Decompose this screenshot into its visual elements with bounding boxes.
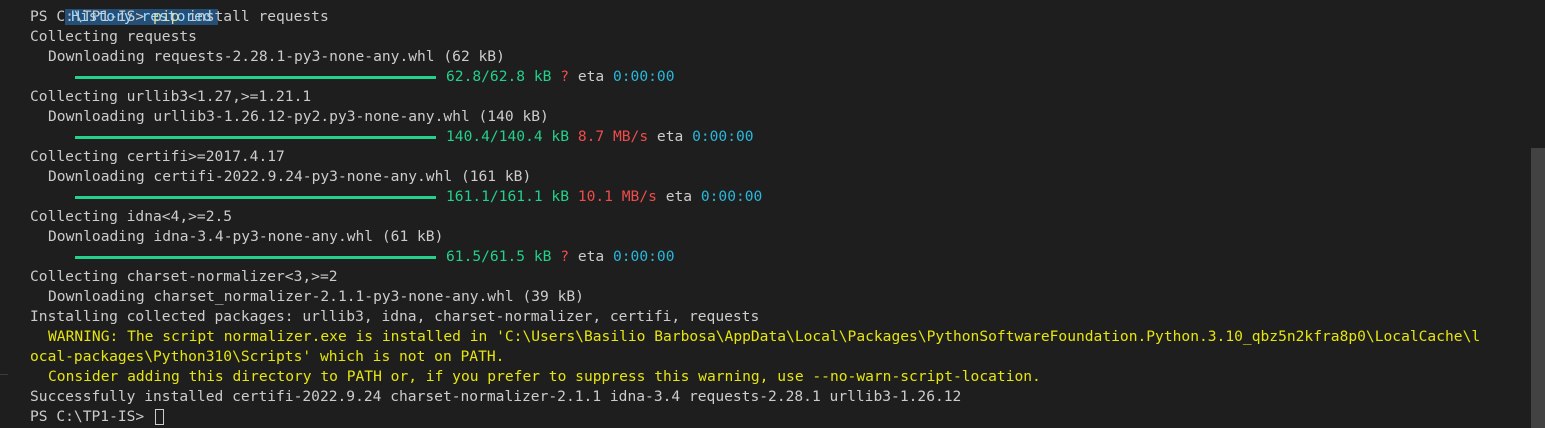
progress-line: 140.4/140.4 kB 8.7 MB/s eta 0:00:00 — [30, 127, 1515, 147]
prompt-prefix: PS C:\TP1-IS> — [30, 8, 154, 25]
progress-eta: 0:00:00 — [692, 128, 754, 145]
progress-line: 161.1/161.1 kB 10.1 MB/s eta 0:00:00 — [30, 187, 1515, 207]
success-line: Successfully installed certifi-2022.9.24… — [30, 388, 962, 405]
progress-size: 140.4/140.4 kB — [446, 128, 570, 145]
output-line: Downloading idna-3.4-py3-none-any.whl (6… — [48, 228, 444, 245]
terminal-output[interactable]: History restored PS C:\TP1-IS> pip insta… — [30, 0, 1515, 427]
output-line: Collecting idna<4,>=2.5 — [30, 208, 233, 225]
progress-eta: 0:00:00 — [612, 248, 675, 265]
output-line: Downloading charset_normalizer-2.1.1-py3… — [48, 288, 584, 305]
scrollbar-track[interactable] — [1531, 0, 1545, 428]
progress-eta-label: eta — [577, 68, 605, 85]
output-line: Collecting requests — [30, 28, 197, 45]
progress-eta: 0:00:00 — [700, 188, 763, 205]
prompt-line[interactable]: PS C:\TP1-IS> — [30, 407, 1515, 427]
progress-size: 161.1/161.1 kB — [446, 188, 570, 205]
panel-edge-marker — [0, 374, 8, 375]
progress-size: 62.8/62.8 kB — [446, 68, 552, 85]
progress-eta-label: eta — [577, 248, 605, 265]
warning-line: Consider adding this directory to PATH o… — [48, 368, 1041, 385]
history-restored-line: History restored — [30, 0, 1515, 25]
progress-speed: 10.1 MB/s — [577, 188, 657, 205]
output-line: Collecting urllib3<1.27,>=1.21.1 — [30, 88, 312, 105]
progress-size: 61.5/61.5 kB — [446, 248, 552, 265]
progress-eta-label: eta — [665, 188, 693, 205]
progress-bar — [75, 75, 436, 79]
progress-eta: 0:00:00 — [612, 68, 675, 85]
warning-line: WARNING: The script normalizer.exe is in… — [48, 328, 1481, 345]
output-line: Downloading urllib3-1.26.12-py2.py3-none… — [48, 108, 549, 125]
warning-line: ocal-packages\Python310\Scripts' which i… — [30, 348, 505, 365]
prompt-line: PS C:\TP1-IS> pip install requests — [30, 7, 1515, 27]
terminal-cursor — [155, 409, 165, 425]
output-line: Collecting charset-normalizer<3,>=2 — [30, 268, 338, 285]
progress-eta-label: eta — [656, 128, 684, 145]
output-line: Collecting certifi>=2017.4.17 — [30, 148, 285, 165]
panel-left-edge — [0, 0, 4, 428]
scrollbar-thumb[interactable] — [1531, 148, 1545, 428]
progress-line: 62.8/62.8 kB ? eta 0:00:00 — [30, 67, 1515, 87]
progress-bar — [75, 135, 436, 139]
progress-line: 61.5/61.5 kB ? eta 0:00:00 — [30, 247, 1515, 267]
output-line: Installing collected packages: urllib3, … — [30, 308, 760, 325]
output-line: Downloading certifi-2022.9.24-py3-none-a… — [48, 168, 532, 185]
progress-speed: ? — [560, 68, 570, 85]
output-line: Downloading requests-2.28.1-py3-none-any… — [48, 48, 505, 65]
progress-speed: ? — [560, 248, 570, 265]
command-name: pip — [153, 8, 180, 25]
prompt-prefix: PS C:\TP1-IS> — [30, 408, 154, 425]
command-args: install requests — [179, 8, 329, 25]
progress-bar — [75, 195, 436, 199]
progress-speed: 8.7 MB/s — [577, 128, 649, 145]
progress-bar — [75, 255, 436, 259]
